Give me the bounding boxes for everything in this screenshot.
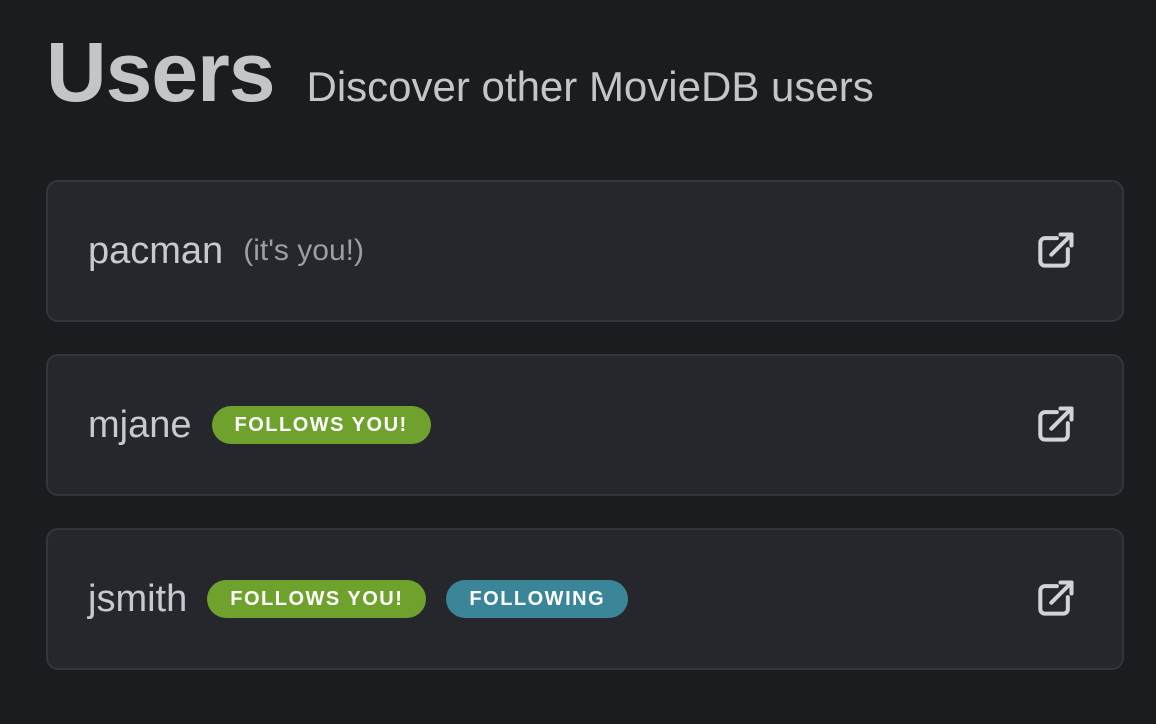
username: mjane: [88, 404, 192, 446]
user-list: pacman (it's you!) mjane FOLLOWS YOU! js…: [46, 180, 1124, 670]
user-card-pacman[interactable]: pacman (it's you!): [46, 180, 1124, 322]
users-page: Users Discover other MovieDB users pacma…: [0, 0, 1156, 724]
follows-you-badge: FOLLOWS YOU!: [207, 580, 427, 618]
external-link-icon[interactable]: [1032, 576, 1078, 622]
following-badge: FOLLOWING: [446, 580, 629, 618]
user-card-mjane[interactable]: mjane FOLLOWS YOU!: [46, 354, 1124, 496]
external-link-icon[interactable]: [1032, 228, 1078, 274]
user-card-jsmith[interactable]: jsmith FOLLOWS YOU! FOLLOWING: [46, 528, 1124, 670]
username: jsmith: [88, 578, 188, 620]
page-header: Users Discover other MovieDB users: [46, 0, 1124, 180]
username: pacman: [88, 230, 224, 272]
self-note: (it's you!): [243, 234, 364, 267]
page-subtitle: Discover other MovieDB users: [306, 63, 874, 110]
page-title: Users: [46, 25, 276, 119]
external-link-icon[interactable]: [1032, 402, 1078, 448]
follows-you-badge: FOLLOWS YOU!: [211, 406, 431, 444]
